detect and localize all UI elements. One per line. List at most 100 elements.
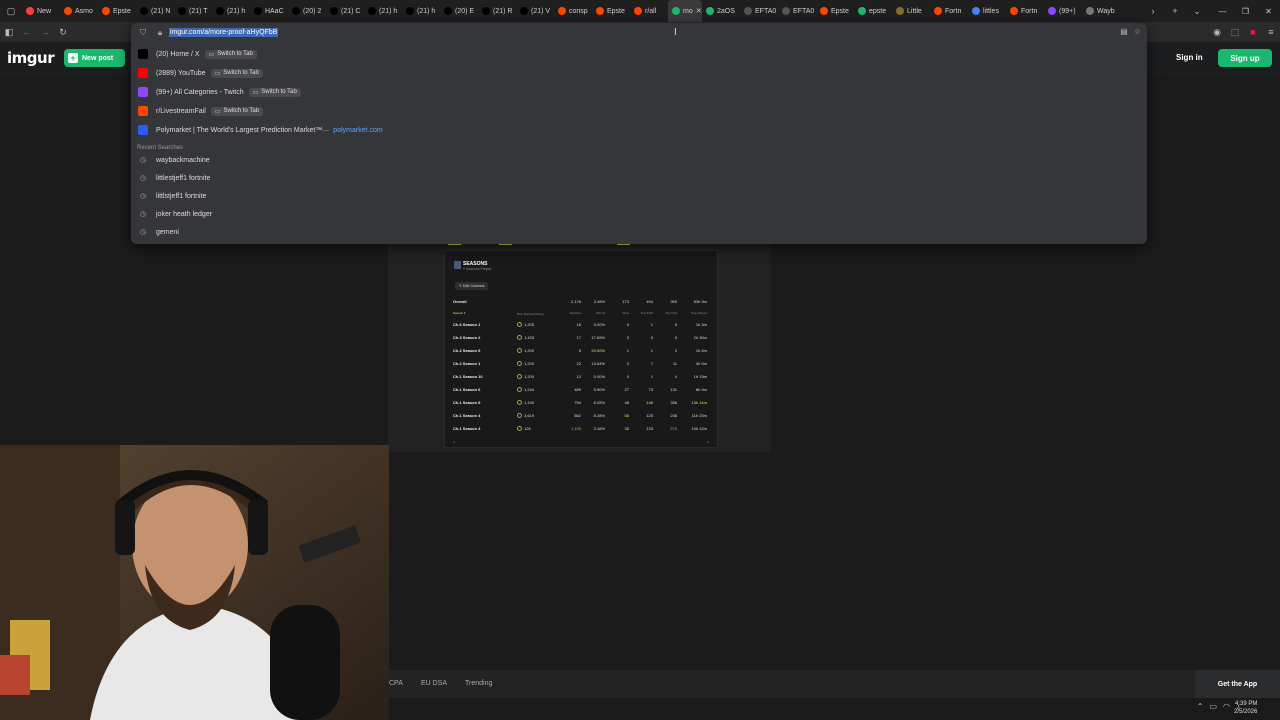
tab-scroll-right-icon[interactable]: ›: [1142, 0, 1164, 22]
browser-tab[interactable]: EFTA0: [740, 0, 778, 22]
browser-tab[interactable]: (21) h: [402, 0, 440, 22]
reader-mode-icon[interactable]: ▤: [1120, 27, 1128, 36]
footer-link-eu-dsa[interactable]: EU DSA: [421, 680, 447, 687]
season-row[interactable]: Ch.2 Season 5 1,200 5 20.00% 1 1 2 1h 4m: [453, 345, 711, 355]
browser-tab[interactable]: consp: [554, 0, 592, 22]
imgur-logo[interactable]: imgur: [7, 49, 55, 67]
close-window-icon[interactable]: ✕: [1257, 0, 1280, 22]
matches-header[interactable]: Matches: [557, 311, 581, 317]
browser-tab[interactable]: Fortn: [930, 0, 968, 22]
browser-tab[interactable]: (20) E: [440, 0, 478, 22]
season-row[interactable]: Ch.1 Season 4 3,619 662 8.28% 56 125 236 11h 23…: [453, 410, 711, 420]
season-row[interactable]: Ch.6 Season 1 1,205 16 0.00% 0 1 5 1h 3m: [453, 319, 711, 329]
season-row[interactable]: Ch.3 Season 2 1,433 17 17.65% 3 5 5 2h 30m: [453, 332, 711, 342]
edit-columns-button[interactable]: ✎ Edit Columns: [455, 282, 489, 290]
sign-up-button[interactable]: Sign up: [1218, 49, 1272, 67]
browser-tab[interactable]: (21) h: [364, 0, 402, 22]
switch-to-tab-button[interactable]: ▭ Switch to Tab: [248, 87, 301, 97]
suggestion-item[interactable]: (2889) YouTube ▭ Switch to Tab: [138, 64, 1138, 82]
suggestion-item[interactable]: r/LivestreamFail ▭ Switch to Tab: [138, 102, 1138, 120]
get-app-button[interactable]: Get the App: [1195, 670, 1280, 698]
bookmark-star-icon[interactable]: ☆: [1134, 27, 1141, 36]
browser-tab[interactable]: 2aOS: [702, 0, 740, 22]
season-row[interactable]: Ch.1 Season 6 1,244 489 5.50% 27 73 131 8h 9m: [453, 384, 711, 394]
browser-tab[interactable]: (20) 2: [288, 0, 326, 22]
back-icon[interactable]: ←: [18, 23, 36, 41]
lock-icon[interactable]: 🔒︎: [155, 28, 165, 38]
browser-tab[interactable]: (21) V: [516, 0, 554, 22]
minimize-icon[interactable]: —: [1211, 0, 1234, 22]
menu-icon[interactable]: ≡: [1262, 23, 1280, 41]
tray-expand-icon[interactable]: ⌃: [1197, 702, 1204, 711]
recent-search-item[interactable]: ◷ gemeni: [138, 223, 1138, 241]
browser-tab[interactable]: Wayb: [1082, 0, 1120, 22]
wifi-icon[interactable]: ◠: [1223, 702, 1230, 711]
season-header[interactable]: Season ▾: [453, 311, 517, 317]
suggestion-item[interactable]: (20) Home / X ▭ Switch to Tab: [138, 45, 1138, 63]
profile-icon[interactable]: ◉: [1208, 23, 1226, 41]
browser-tab[interactable]: r/all: [630, 0, 668, 22]
tab-actions-icon[interactable]: ▢: [0, 0, 22, 22]
season-row[interactable]: Ch.1 Season 3 126 1,159 3.16% 35 133 272 10h 12…: [453, 423, 711, 433]
close-tab-icon[interactable]: ✕: [696, 7, 702, 15]
top3-header[interactable]: Top 3/4/5: [629, 311, 653, 317]
browser-tab[interactable]: Asmo: [60, 0, 98, 22]
switch-to-tab-button[interactable]: ▭ Switch to Tab: [210, 106, 264, 116]
shield-icon[interactable]: ⛉: [138, 28, 148, 38]
browser-tab[interactable]: epste: [854, 0, 892, 22]
address-input[interactable]: imgur.com/a/more-proof-aHyQFbB: [169, 28, 279, 37]
new-tab-icon[interactable]: +: [1164, 0, 1186, 22]
rating-header[interactable]: Best Ranked Rating: [517, 311, 557, 317]
season-row[interactable]: Ch.2 Season 1 1,200 22 13.64% 3 7 11 4h 0m: [453, 358, 711, 368]
extension-badge-icon[interactable]: ■: [1244, 23, 1262, 41]
browser-tab[interactable]: HAaC: [250, 0, 288, 22]
scroll-left-icon[interactable]: ◂: [453, 439, 455, 444]
browser-tab[interactable]: Epste: [592, 0, 630, 22]
clock[interactable]: 4:39 PM 2/5/2026: [1234, 700, 1257, 716]
extensions-icon[interactable]: ⬚: [1226, 23, 1244, 41]
new-post-button[interactable]: + New post: [64, 49, 125, 67]
browser-tab[interactable]: (21) T: [174, 0, 212, 22]
browser-tab[interactable]: (21) R: [478, 0, 516, 22]
browser-tab[interactable]: (99+): [1044, 0, 1082, 22]
footer-link-trending[interactable]: Trending: [465, 680, 492, 687]
recent-search-item[interactable]: ◷ joker heath ledger: [138, 205, 1138, 223]
recent-search-item[interactable]: ◷ waybackmachine: [138, 151, 1138, 169]
imgur-icon: [858, 7, 866, 15]
browser-tab[interactable]: Fortn: [1006, 0, 1044, 22]
maximize-icon[interactable]: ❐: [1234, 0, 1257, 22]
browser-tab[interactable]: (21) N: [136, 0, 174, 22]
address-bar[interactable]: ⛉ 🔒︎ imgur.com/a/more-proof-aHyQFbB: [131, 23, 1147, 42]
sidebar-toggle-icon[interactable]: ◧: [0, 23, 18, 41]
scroll-right-icon[interactable]: ▸: [707, 439, 709, 444]
wins-header[interactable]: Wins: [605, 311, 629, 317]
suggestion-item[interactable]: (99+) All Categories - Twitch ▭ Switch to …: [138, 83, 1138, 101]
tab-search-icon[interactable]: ⌄: [1186, 0, 1208, 22]
recent-search-item[interactable]: ◷ littlstjeff1 fortnite: [138, 187, 1138, 205]
switch-to-tab-button[interactable]: ▭ Switch to Tab: [210, 68, 263, 78]
browser-tab[interactable]: (21) h: [212, 0, 250, 22]
browser-tab[interactable]: Epste: [816, 0, 854, 22]
time-header[interactable]: Time Played: [677, 311, 707, 317]
win-pct-header[interactable]: Win %: [581, 311, 605, 317]
sign-in-link[interactable]: Sign in: [1176, 53, 1203, 62]
browser-tab[interactable]: Little: [892, 0, 930, 22]
browser-tab[interactable]: (21) C: [326, 0, 364, 22]
browser-tab[interactable]: littles: [968, 0, 1006, 22]
browser-tab[interactable]: EFTA0: [778, 0, 816, 22]
browser-tab[interactable]: mo ✕: [668, 0, 702, 22]
footer-link-cpa[interactable]: CPA: [389, 680, 403, 687]
switch-to-tab-button[interactable]: ▭ Switch to Tab: [204, 49, 257, 59]
browser-tab[interactable]: Epste: [98, 0, 136, 22]
reload-icon[interactable]: ↻: [54, 23, 72, 41]
recent-search-item[interactable]: ◷ littlestjeff1 fortnite: [138, 169, 1138, 187]
tab-label: Asmo: [75, 7, 93, 15]
rating-value: 1,190: [524, 399, 535, 405]
forward-icon[interactable]: →: [36, 23, 54, 41]
network-icon[interactable]: ▭: [1209, 702, 1217, 711]
season-row[interactable]: Ch.1 Season 10 1,200 12 0.00% 0 1 4 1h 15m: [453, 371, 711, 381]
season-row[interactable]: Ch.1 Season 5 1,190 794 6.05% 48 146 286 13h 14…: [453, 397, 711, 407]
suggestion-item[interactable]: Polymarket | The World's Largest Predict…: [138, 121, 1138, 139]
top10-header[interactable]: Top 6/10: [653, 311, 677, 317]
browser-tab[interactable]: New: [22, 0, 60, 22]
